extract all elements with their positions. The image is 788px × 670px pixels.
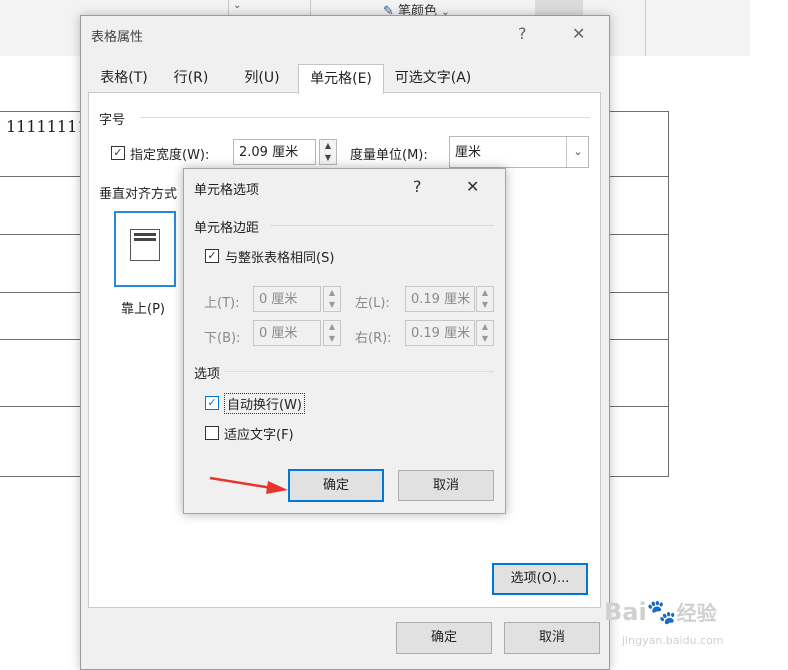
bottom-margin-input[interactable]: 0 厘米 <box>253 320 321 346</box>
bottom-margin-spinner[interactable]: ▲ ▼ <box>323 320 341 346</box>
bottom-margin-label: 下(B): <box>204 331 241 346</box>
cell-options-cancel-button[interactable]: 取消 <box>398 470 494 501</box>
tab-table[interactable]: 表格(T) <box>92 64 156 92</box>
right-margin-input[interactable]: 0.19 厘米 <box>405 320 475 346</box>
down-arrow-icon[interactable]: ▼ <box>320 152 336 164</box>
same-as-table-checkbox[interactable]: ✓ <box>205 249 219 263</box>
table-cell-text[interactable]: 11111111 <box>6 117 87 136</box>
top-margin-input[interactable]: 0 厘米 <box>253 286 321 312</box>
cancel-button[interactable]: 取消 <box>504 622 600 654</box>
wrap-text-label: 自动换行(W) <box>224 393 305 414</box>
up-arrow-icon[interactable]: ▲ <box>320 140 336 152</box>
left-margin-spinner[interactable]: ▲ ▼ <box>476 286 494 312</box>
watermark-logo: Bai🐾经验 <box>604 598 717 626</box>
dialog-title: 表格属性 <box>91 30 144 45</box>
up-arrow-icon[interactable]: ▲ <box>477 321 493 333</box>
valign-section-label: 垂直对齐方式 <box>99 187 178 202</box>
preferred-width-spinner[interactable]: ▲ ▼ <box>319 139 337 165</box>
down-arrow-icon[interactable]: ▼ <box>324 333 340 345</box>
ok-button[interactable]: 确定 <box>396 622 492 654</box>
top-margin-label: 上(T): <box>204 296 240 311</box>
cell-options-ok-button[interactable]: 确定 <box>288 469 384 502</box>
close-button[interactable]: ✕ <box>466 177 479 196</box>
tab-row[interactable]: 行(R) <box>160 64 222 92</box>
fit-text-label: 适应文字(F) <box>224 428 294 443</box>
down-arrow-icon[interactable]: ▼ <box>477 333 493 345</box>
right-margin-label: 右(R): <box>355 331 392 346</box>
measure-unit-value: 厘米 <box>455 145 482 160</box>
tab-cell[interactable]: 单元格(E) <box>298 64 384 94</box>
tab-column[interactable]: 列(U) <box>226 64 298 92</box>
down-arrow-icon[interactable]: ▼ <box>477 299 493 311</box>
divider <box>270 225 494 226</box>
fit-text-checkbox[interactable] <box>205 426 219 440</box>
preferred-width-label: 指定宽度(W): <box>130 148 210 163</box>
divider <box>140 117 590 118</box>
down-arrow-icon[interactable]: ▼ <box>324 299 340 311</box>
top-margin-spinner[interactable]: ▲ ▼ <box>323 286 341 312</box>
preferred-width-checkbox[interactable]: ✓ <box>111 146 125 160</box>
chevron-down-icon[interactable]: ⌄ <box>566 137 589 167</box>
left-margin-label: 左(L): <box>355 296 390 311</box>
measure-label: 度量单位(M): <box>350 148 428 163</box>
align-top-icon <box>130 229 160 261</box>
preferred-width-input[interactable]: 2.09 厘米 <box>233 139 316 165</box>
left-margin-input[interactable]: 0.19 厘米 <box>405 286 475 312</box>
ribbon-margin <box>750 0 788 56</box>
options-section-label: 选项 <box>194 367 221 382</box>
red-arrow-annotation <box>209 476 288 494</box>
same-as-table-label: 与整张表格相同(S) <box>225 251 335 266</box>
up-arrow-icon[interactable]: ▲ <box>477 287 493 299</box>
watermark-url: jingyan.baidu.com <box>622 634 724 647</box>
close-button[interactable]: ✕ <box>572 24 585 43</box>
wrap-text-checkbox[interactable]: ✓ <box>205 396 219 410</box>
help-button[interactable]: ? <box>518 24 527 43</box>
margins-section-label: 单元格边距 <box>194 221 260 236</box>
divider <box>224 371 494 372</box>
right-margin-spinner[interactable]: ▲ ▼ <box>476 320 494 346</box>
paw-icon: 🐾 <box>646 598 677 626</box>
cell-options-title: 单元格选项 <box>194 183 260 198</box>
ribbon-separator <box>645 0 646 56</box>
table-border <box>668 111 669 477</box>
valign-top-button[interactable] <box>114 211 176 287</box>
options-button[interactable]: 选项(O)... <box>492 563 588 595</box>
help-button[interactable]: ? <box>413 177 422 196</box>
valign-top-label: 靠上(P) <box>121 302 165 317</box>
tab-alt-text[interactable]: 可选文字(A) <box>386 64 480 92</box>
up-arrow-icon[interactable]: ▲ <box>324 287 340 299</box>
up-arrow-icon[interactable]: ▲ <box>324 321 340 333</box>
size-section-label: 字号 <box>99 113 126 128</box>
